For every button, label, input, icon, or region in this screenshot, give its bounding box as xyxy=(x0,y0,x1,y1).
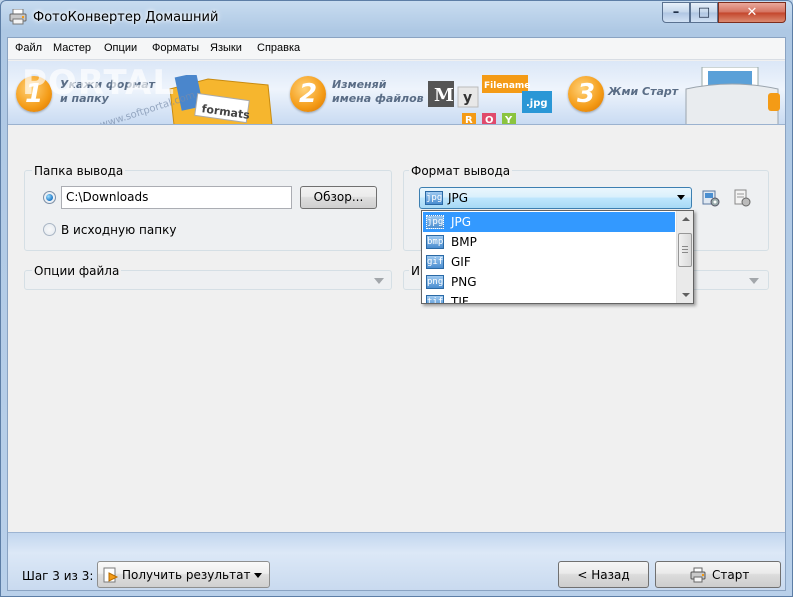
expand-right-options-icon[interactable] xyxy=(749,278,759,284)
step-2-text: Изменяй имена файлов xyxy=(332,78,424,106)
menu-wizard[interactable]: Мастер xyxy=(53,42,91,54)
result-icon xyxy=(103,567,119,583)
footer-bar: Шаг 3 из 3: Получить результат < Назад С… xyxy=(8,532,785,590)
step-indicator: Шаг 3 из 3: xyxy=(22,569,94,583)
step-3-badge: 3 xyxy=(568,76,604,112)
format-option-gif[interactable]: gif GIF xyxy=(423,252,675,272)
dropdown-scrollbar[interactable] xyxy=(676,211,693,303)
format-select-value: JPG xyxy=(448,191,469,205)
format-dropdown-list: jpg JPG bmp BMP gif GIF png PNG tif TIF xyxy=(421,210,694,304)
tile-o: O xyxy=(485,115,494,125)
scroll-up-icon[interactable] xyxy=(677,211,693,228)
format-option-tif[interactable]: tif TIF xyxy=(423,292,675,304)
format-settings-icon[interactable] xyxy=(702,189,720,207)
format-option-bmp[interactable]: bmp BMP xyxy=(423,232,675,252)
app-printer-icon xyxy=(9,9,27,25)
file-options-label[interactable]: Опции файла xyxy=(32,264,122,278)
source-folder-radio[interactable] xyxy=(43,223,56,236)
tile-y: y xyxy=(463,90,472,106)
close-button[interactable]: ✕ xyxy=(718,2,786,23)
gif-format-icon: gif xyxy=(426,255,444,269)
output-folder-label: Папка вывода xyxy=(32,164,126,178)
browse-button[interactable]: Обзор... xyxy=(300,186,377,209)
menu-formats[interactable]: Форматы xyxy=(152,42,199,54)
format-option-png[interactable]: png PNG xyxy=(423,272,675,292)
title-bar[interactable]: ФотоКонвертер Домашний – □ ✕ xyxy=(1,1,792,35)
format-option-label: TIF xyxy=(451,295,469,304)
menu-languages[interactable]: Языки xyxy=(210,42,242,54)
tile-filename: Filename xyxy=(484,81,530,91)
png-format-icon: png xyxy=(426,275,444,289)
step-2-line1: Изменяй xyxy=(332,78,387,91)
step-2-badge: 2 xyxy=(290,76,326,112)
maximize-button[interactable]: □ xyxy=(690,2,718,23)
output-path-radio[interactable] xyxy=(43,191,56,204)
chevron-down-icon xyxy=(254,573,262,578)
window-title: ФотоКонвертер Домашний xyxy=(33,10,219,25)
watermark: PORTAL xyxy=(22,63,176,103)
action-select[interactable]: Получить результат xyxy=(97,561,270,588)
minimize-button[interactable]: – xyxy=(662,2,690,23)
printer-icon xyxy=(690,567,706,583)
jpg-format-icon: jpg xyxy=(425,191,443,205)
chevron-down-icon xyxy=(677,195,685,200)
close-icon: ✕ xyxy=(746,5,758,20)
action-select-value: Получить результат xyxy=(122,568,251,582)
tile-jpg: .jpg xyxy=(526,98,548,109)
source-folder-label[interactable]: В исходную папку xyxy=(61,223,176,237)
start-button-label: Старт xyxy=(712,568,750,582)
output-path-field[interactable]: C:\Downloads xyxy=(61,186,292,209)
start-button[interactable]: Старт xyxy=(655,561,781,588)
output-format-label: Формат вывода xyxy=(409,164,513,178)
wizard-banner: 1 Укажи формат и папку formats PORTAL ww… xyxy=(8,61,785,125)
step-3-text: Жми Старт xyxy=(608,85,679,98)
back-button-label: < Назад xyxy=(577,568,630,582)
tile-m: M xyxy=(434,85,454,106)
tif-format-icon: tif xyxy=(426,295,444,303)
format-option-label: JPG xyxy=(451,215,472,229)
menu-options[interactable]: Опции xyxy=(104,42,137,54)
back-button[interactable]: < Назад xyxy=(558,561,649,588)
jpg-format-icon: jpg xyxy=(426,215,444,229)
printer-illustration xyxy=(685,67,780,124)
tile-r: R xyxy=(465,115,473,125)
menu-file[interactable]: Файл xyxy=(15,42,42,54)
menu-help[interactable]: Справка xyxy=(257,42,300,54)
scroll-down-icon[interactable] xyxy=(677,286,693,303)
format-select[interactable]: jpg JPG xyxy=(419,187,692,209)
maximize-icon: □ xyxy=(697,5,711,20)
format-option-label: PNG xyxy=(451,275,477,289)
tile-y2: Y xyxy=(504,115,513,125)
client-area: Файл Мастер Опции Форматы Языки Справка … xyxy=(7,37,786,591)
menu-bar: Файл Мастер Опции Форматы Языки Справка xyxy=(8,38,785,60)
format-option-label: GIF xyxy=(451,255,471,269)
step-2-line2: имена файлов xyxy=(332,92,424,105)
filename-tiles-illustration: M y Filename .jpg R O Y xyxy=(428,75,552,125)
app-window: ФотоКонвертер Домашний – □ ✕ Файл Мастер… xyxy=(0,0,793,597)
format-properties-icon[interactable] xyxy=(733,189,751,207)
format-option-jpg[interactable]: jpg JPG xyxy=(423,212,675,232)
minimize-icon: – xyxy=(672,5,680,20)
scrollbar-thumb[interactable] xyxy=(678,233,692,267)
expand-file-options-icon[interactable] xyxy=(374,278,384,284)
bmp-format-icon: bmp xyxy=(426,235,444,249)
format-option-label: BMP xyxy=(451,235,477,249)
output-folder-group xyxy=(24,170,392,251)
